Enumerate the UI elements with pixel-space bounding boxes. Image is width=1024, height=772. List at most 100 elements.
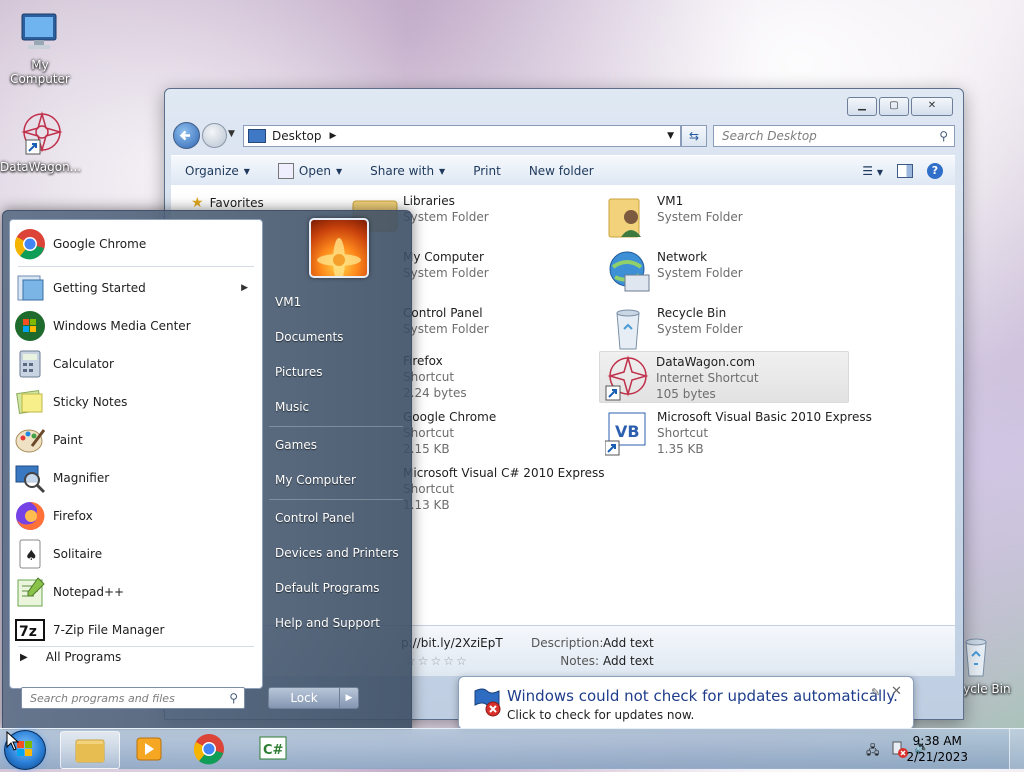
star-icon: ★ [191, 195, 204, 211]
item-name: Firefox [403, 354, 443, 368]
help-icon[interactable]: ? [927, 163, 943, 179]
notification-options-icon[interactable]: ✎ [871, 686, 880, 699]
desktop-icon-my-computer[interactable]: My Computer [0, 8, 80, 86]
start-item-pictures[interactable]: Pictures [275, 365, 323, 379]
program-item-windows-media-center[interactable]: Windows Media Center [14, 308, 258, 344]
taskbar-clock[interactable]: 9:38 AM 2/21/2023 [906, 733, 968, 765]
address-bar[interactable]: Desktop ▶ ▼ [243, 125, 681, 147]
item-size: 2.24 bytes [403, 386, 467, 400]
view-options-icon[interactable]: ☰ ▼ [862, 164, 883, 178]
address-dropdown-icon[interactable]: ▼ [667, 131, 674, 141]
start-item-my-computer[interactable]: My Computer [275, 473, 356, 487]
dropdown-arrow-icon: ▼ [439, 166, 446, 176]
dropdown-arrow-icon: ▼ [243, 166, 250, 176]
start-item-music[interactable]: Music [275, 400, 309, 414]
new-folder-button[interactable]: New folder [515, 164, 608, 178]
item-size: 2.15 KB [403, 442, 450, 456]
search-icon[interactable]: ⚲ [939, 129, 948, 143]
open-button[interactable]: Open ▼ [264, 163, 356, 179]
start-item-user[interactable]: VM1 [275, 295, 301, 309]
list-item[interactable]: VB Microsoft Visual Basic 2010 Express Sh… [604, 409, 872, 461]
start-item-default-programs[interactable]: Default Programs [275, 581, 380, 595]
sticky-notes-icon [14, 386, 46, 418]
item-type: Shortcut [403, 426, 455, 440]
program-item-notepad-plus-plus[interactable]: Notepad++ [14, 574, 258, 610]
back-button[interactable] [173, 122, 200, 149]
search-icon[interactable]: ⚲ [229, 691, 238, 705]
program-item-firefox[interactable]: Firefox [14, 498, 258, 534]
svg-text:7z: 7z [19, 624, 37, 640]
description-value[interactable]: Add text [603, 636, 654, 650]
program-item-getting-started[interactable]: Getting Started ▶ [14, 270, 258, 306]
program-item-paint[interactable]: Paint [14, 422, 258, 458]
list-item[interactable]: Network System Folder [605, 249, 845, 301]
program-label: Sticky Notes [53, 395, 128, 409]
item-name: Google Chrome [403, 410, 497, 424]
preview-pane-icon[interactable] [897, 164, 913, 178]
getting-started-icon [14, 272, 46, 304]
item-name: Control Panel [403, 306, 483, 320]
taskbar-chrome-button[interactable] [180, 731, 238, 767]
share-with-button[interactable]: Share with ▼ [356, 164, 459, 178]
solitaire-icon: ♠ [14, 538, 46, 570]
notification-close-icon[interactable]: ✕ [891, 684, 902, 699]
user-avatar[interactable] [309, 218, 369, 278]
shutdown-options-arrow-icon[interactable]: ▶ [339, 687, 359, 709]
item-name: Microsoft Visual C# 2010 Express [403, 466, 605, 480]
start-menu: Google Chrome Getting Started ▶ Windows … [2, 210, 412, 730]
start-item-documents[interactable]: Documents [275, 330, 343, 344]
taskbar: C# 🖧 🔊 9:38 AM 2/21/2023 [0, 728, 1024, 770]
chrome-icon [14, 228, 46, 260]
minimize-button[interactable]: ▁ [847, 97, 877, 116]
expand-arrow-icon: ▶ [20, 651, 28, 663]
show-desktop-button[interactable] [1009, 729, 1024, 769]
program-label: Paint [53, 433, 83, 447]
program-label: Windows Media Center [53, 319, 191, 333]
close-button[interactable]: ✕ [911, 97, 953, 116]
print-label: Print [473, 164, 501, 178]
start-item-games[interactable]: Games [275, 438, 317, 452]
nav-favorites[interactable]: ★ Favorites [191, 195, 264, 211]
visual-basic-icon: VB [604, 409, 653, 457]
clock-date: 2/21/2023 [906, 750, 968, 764]
recent-pages-dropdown-icon[interactable]: ▼ [228, 129, 235, 139]
breadcrumb-chevron-icon[interactable]: ▶ [330, 131, 337, 141]
rating-stars-icon[interactable]: ☆☆☆☆☆ [405, 654, 469, 668]
divider [269, 426, 403, 427]
start-item-devices-printers[interactable]: Devices and Printers [275, 546, 399, 560]
program-item-7-zip[interactable]: 7z 7-Zip File Manager [14, 612, 258, 648]
forward-button[interactable] [202, 123, 227, 148]
lock-button[interactable]: Lock [268, 687, 340, 709]
svg-text:VB: VB [615, 422, 640, 441]
program-item-google-chrome[interactable]: Google Chrome [14, 226, 258, 262]
program-item-calculator[interactable]: Calculator [14, 346, 258, 382]
program-item-magnifier[interactable]: Magnifier [14, 460, 258, 496]
back-arrow-icon [179, 130, 190, 141]
update-notification-balloon[interactable]: Windows could not check for updates auto… [458, 676, 914, 730]
desktop-icon-datawagon[interactable]: DataWagon... [0, 110, 81, 174]
search-box[interactable]: Search Desktop ⚲ [713, 125, 955, 147]
list-item-selected[interactable]: DataWagon.com Internet Shortcut 105 bytes [599, 351, 849, 403]
start-search-input[interactable]: Search programs and files ⚲ [21, 687, 245, 709]
list-item[interactable]: Recycle Bin System Folder [605, 305, 845, 357]
organize-button[interactable]: Organize ▼ [171, 164, 264, 178]
taskbar-media-player-button[interactable] [120, 731, 178, 767]
list-item[interactable]: VM1 System Folder [605, 193, 845, 245]
program-label: Solitaire [53, 547, 103, 561]
taskbar-explorer-button[interactable] [60, 731, 120, 769]
all-programs-button[interactable]: ▶ All Programs [20, 650, 121, 664]
item-size: 105 bytes [656, 387, 716, 401]
program-item-solitaire[interactable]: ♠ Solitaire [14, 536, 258, 572]
start-item-control-panel[interactable]: Control Panel [275, 511, 355, 525]
program-item-sticky-notes[interactable]: Sticky Notes [14, 384, 258, 420]
network-tray-icon[interactable]: 🖧 [866, 741, 879, 762]
item-name: Recycle Bin [657, 306, 727, 320]
item-type: System Folder [403, 210, 489, 224]
refresh-button[interactable]: ⇆ [681, 125, 707, 147]
taskbar-visual-csharp-button[interactable]: C# [244, 731, 302, 767]
notes-value[interactable]: Add text [603, 654, 654, 668]
print-button[interactable]: Print [459, 164, 515, 178]
maximize-button[interactable]: ▢ [879, 97, 909, 116]
start-item-help-support[interactable]: Help and Support [275, 616, 380, 630]
windows-update-flag-icon [471, 685, 501, 717]
